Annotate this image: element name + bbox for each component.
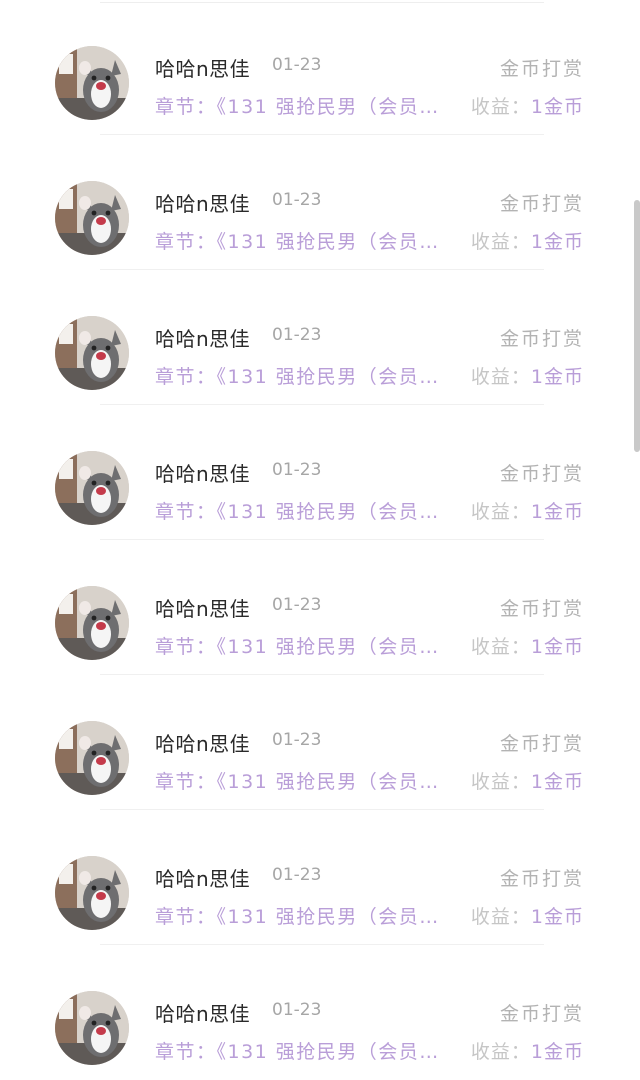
record-type: 金币打赏 bbox=[499, 328, 584, 350]
user-name[interactable]: 哈哈n思佳 bbox=[155, 188, 250, 217]
record-date: 01-23 bbox=[272, 595, 322, 615]
user-name[interactable]: 哈哈n思佳 bbox=[155, 863, 250, 892]
list-item[interactable]: 哈哈n思佳 01-23 金币打赏 章节：《131 强抢民男（会员… 收益：1金币 bbox=[0, 810, 640, 945]
earning-value: 1金币 bbox=[530, 771, 584, 793]
earning: 收益：1金币 bbox=[471, 632, 584, 659]
earning-label: 收益： bbox=[470, 231, 531, 253]
earning-value: 1金币 bbox=[530, 636, 584, 658]
cat-avatar-icon[interactable] bbox=[55, 46, 129, 120]
user-name[interactable]: 哈哈n思佳 bbox=[155, 458, 250, 487]
chapter-link[interactable]: 章节：《131 强抢民男（会员… bbox=[155, 92, 440, 119]
record-date: 01-23 bbox=[272, 1000, 322, 1020]
earning-value: 1金币 bbox=[530, 231, 584, 253]
earning-label: 收益： bbox=[470, 501, 531, 523]
earning: 收益：1金币 bbox=[471, 227, 584, 254]
record-type: 金币打赏 bbox=[499, 733, 584, 755]
cat-avatar-icon[interactable] bbox=[55, 586, 129, 660]
earning-value: 1金币 bbox=[530, 906, 584, 928]
earning-value: 1金币 bbox=[530, 501, 584, 523]
earning: 收益：1金币 bbox=[471, 767, 584, 794]
record-date: 01-23 bbox=[272, 55, 322, 75]
list-item[interactable]: 哈哈n思佳 01-23 金币打赏 章节：《131 强抢民男（会员… 收益：1金币 bbox=[0, 945, 640, 1080]
cat-avatar-icon[interactable] bbox=[55, 316, 129, 390]
record-type: 金币打赏 bbox=[499, 193, 584, 215]
earning: 收益：1金币 bbox=[471, 902, 584, 929]
record-date: 01-23 bbox=[272, 325, 322, 345]
cat-avatar-icon[interactable] bbox=[55, 856, 129, 930]
earning-label: 收益： bbox=[470, 96, 531, 118]
user-name[interactable]: 哈哈n思佳 bbox=[155, 728, 250, 757]
record-date: 01-23 bbox=[272, 190, 322, 210]
chapter-link[interactable]: 章节：《131 强抢民男（会员… bbox=[155, 227, 440, 254]
earning: 收益：1金币 bbox=[471, 1037, 584, 1064]
list-item[interactable]: 哈哈n思佳 01-23 金币打赏 章节：《131 强抢民男（会员… 收益：1金币 bbox=[0, 135, 640, 270]
earning-value: 1金币 bbox=[530, 1041, 584, 1063]
record-type: 金币打赏 bbox=[499, 58, 584, 80]
earning: 收益：1金币 bbox=[471, 362, 584, 389]
earning-label: 收益： bbox=[470, 636, 531, 658]
earning-label: 收益： bbox=[470, 366, 531, 388]
chapter-link[interactable]: 章节：《131 强抢民男（会员… bbox=[155, 362, 440, 389]
record-date: 01-23 bbox=[272, 865, 322, 885]
record-type: 金币打赏 bbox=[499, 1003, 584, 1025]
chapter-link[interactable]: 章节：《131 强抢民男（会员… bbox=[155, 902, 440, 929]
cat-avatar-icon[interactable] bbox=[55, 991, 129, 1065]
chapter-link[interactable]: 章节：《131 强抢民男（会员… bbox=[155, 1037, 440, 1064]
earning: 收益：1金币 bbox=[471, 497, 584, 524]
scrollbar[interactable] bbox=[634, 200, 640, 452]
chapter-link[interactable]: 章节：《131 强抢民男（会员… bbox=[155, 497, 440, 524]
cat-avatar-icon[interactable] bbox=[55, 451, 129, 525]
record-type: 金币打赏 bbox=[499, 868, 584, 890]
record-date: 01-23 bbox=[272, 730, 322, 750]
user-name[interactable]: 哈哈n思佳 bbox=[155, 998, 250, 1027]
earning-value: 1金币 bbox=[530, 96, 584, 118]
record-type: 金币打赏 bbox=[499, 598, 584, 620]
list-item[interactable]: 哈哈n思佳 01-23 金币打赏 章节：《131 强抢民男（会员… 收益：1金币 bbox=[0, 0, 640, 135]
earning-label: 收益： bbox=[470, 1041, 531, 1063]
earning-label: 收益： bbox=[470, 771, 531, 793]
earning-value: 1金币 bbox=[530, 366, 584, 388]
earning: 收益：1金币 bbox=[471, 92, 584, 119]
record-date: 01-23 bbox=[272, 460, 322, 480]
user-name[interactable]: 哈哈n思佳 bbox=[155, 53, 250, 82]
earning-label: 收益： bbox=[470, 906, 531, 928]
chapter-link[interactable]: 章节：《131 强抢民男（会员… bbox=[155, 632, 440, 659]
user-name[interactable]: 哈哈n思佳 bbox=[155, 593, 250, 622]
list-item[interactable]: 哈哈n思佳 01-23 金币打赏 章节：《131 强抢民男（会员… 收益：1金币 bbox=[0, 675, 640, 810]
list-item[interactable]: 哈哈n思佳 01-23 金币打赏 章节：《131 强抢民男（会员… 收益：1金币 bbox=[0, 405, 640, 540]
chapter-link[interactable]: 章节：《131 强抢民男（会员… bbox=[155, 767, 440, 794]
list-item[interactable]: 哈哈n思佳 01-23 金币打赏 章节：《131 强抢民男（会员… 收益：1金币 bbox=[0, 540, 640, 675]
cat-avatar-icon[interactable] bbox=[55, 181, 129, 255]
user-name[interactable]: 哈哈n思佳 bbox=[155, 323, 250, 352]
record-type: 金币打赏 bbox=[499, 463, 584, 485]
list-item[interactable]: 哈哈n思佳 01-23 金币打赏 章节：《131 强抢民男（会员… 收益：1金币 bbox=[0, 270, 640, 405]
cat-avatar-icon[interactable] bbox=[55, 721, 129, 795]
